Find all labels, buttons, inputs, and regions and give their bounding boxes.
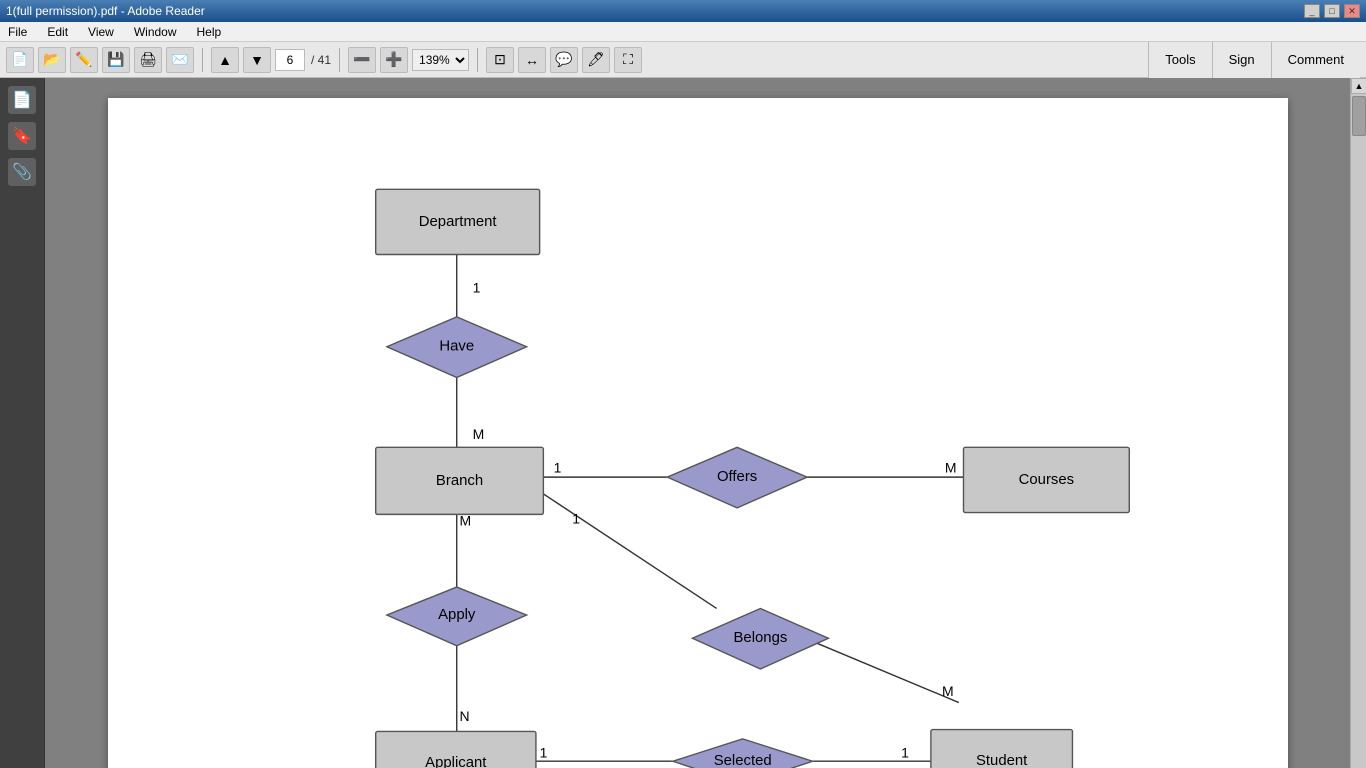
next-page-button[interactable]: ▼ <box>243 47 271 73</box>
menu-window[interactable]: Window <box>130 25 181 39</box>
separator-2 <box>339 48 340 72</box>
card-apply-applicant: N <box>459 708 469 724</box>
minimize-button[interactable]: _ <box>1304 4 1320 18</box>
card-dept-have: 1 <box>472 280 480 296</box>
page-total: / 41 <box>311 53 331 67</box>
sidebar-pages-icon[interactable]: 📄 <box>8 86 36 114</box>
fit-width-button[interactable]: ↔ <box>518 47 546 73</box>
save-button[interactable]: 💾 <box>102 47 130 73</box>
department-label: Department <box>418 214 497 230</box>
menu-bar: File Edit View Window Help <box>0 22 1366 42</box>
fit-page-button[interactable]: ⊡ <box>486 47 514 73</box>
edit-button[interactable]: ✏️ <box>70 47 98 73</box>
right-scrollbar[interactable]: ▲ <box>1350 78 1366 768</box>
card-selected-student: 1 <box>901 744 909 760</box>
highlight-button[interactable]: 🖊 <box>582 47 610 73</box>
selected-label: Selected <box>713 753 771 768</box>
offers-label: Offers <box>716 469 756 485</box>
right-toolbar: Tools Sign Comment <box>1148 42 1360 78</box>
print-button[interactable]: 🖨 <box>134 47 162 73</box>
zoom-out-button[interactable]: ➖ <box>348 47 376 73</box>
scroll-thumb[interactable] <box>1352 96 1366 136</box>
have-label: Have <box>439 339 474 355</box>
card-offers-courses: M <box>944 459 956 475</box>
menu-file[interactable]: File <box>4 25 31 39</box>
title-bar-controls[interactable]: _ □ ✕ <box>1304 4 1360 18</box>
pdf-page: Department Have Branch Offers Courses Ap… <box>108 98 1288 768</box>
menu-edit[interactable]: Edit <box>43 25 72 39</box>
zoom-in-button[interactable]: ➕ <box>380 47 408 73</box>
separator-1 <box>202 48 203 72</box>
zoom-dropdown[interactable]: 50% 75% 100% 125% 139% 150% 200% <box>412 49 469 71</box>
apply-label: Apply <box>438 607 476 623</box>
toolbar: 📄 📂 ✏️ 💾 🖨 ✉️ ▲ ▼ 6 / 41 ➖ ➕ 50% 75% 100… <box>0 42 1366 78</box>
card-branch-offers: 1 <box>553 459 561 475</box>
separator-3 <box>477 48 478 72</box>
fullscreen-button[interactable]: ⛶ <box>614 47 642 73</box>
sidebar-bookmark-icon[interactable]: 🔖 <box>8 122 36 150</box>
page-number-input[interactable]: 6 <box>275 49 305 71</box>
sidebar-attach-icon[interactable]: 📎 <box>8 158 36 186</box>
sign-button[interactable]: Sign <box>1212 42 1271 78</box>
close-button[interactable]: ✕ <box>1344 4 1360 18</box>
title-bar: 1(full permission).pdf - Adobe Reader _ … <box>0 0 1366 22</box>
prev-page-button[interactable]: ▲ <box>211 47 239 73</box>
card-applicant-selected: 1 <box>539 744 547 760</box>
left-sidebar: 📄 🔖 📎 <box>0 78 45 768</box>
belongs-label: Belongs <box>733 630 787 646</box>
pdf-viewer[interactable]: Department Have Branch Offers Courses Ap… <box>45 78 1350 768</box>
main-area: 📄 🔖 📎 <box>0 78 1366 768</box>
new-button[interactable]: 📄 <box>6 47 34 73</box>
student-label: Student <box>975 753 1027 768</box>
email-button[interactable]: ✉️ <box>166 47 194 73</box>
open-button[interactable]: 📂 <box>38 47 66 73</box>
tools-button[interactable]: Tools <box>1148 42 1211 78</box>
comment-icon[interactable]: 💬 <box>550 47 578 73</box>
menu-help[interactable]: Help <box>193 25 226 39</box>
card-branch-belongs: 1 <box>572 511 580 527</box>
menu-view[interactable]: View <box>84 25 118 39</box>
card-branch-apply: M <box>459 513 471 529</box>
maximize-button[interactable]: □ <box>1324 4 1340 18</box>
er-diagram: Department Have Branch Offers Courses Ap… <box>108 98 1288 768</box>
applicant-label: Applicant <box>425 755 487 768</box>
comment-button[interactable]: Comment <box>1271 42 1360 78</box>
branch-label: Branch <box>435 473 482 489</box>
card-have-branch: M <box>472 426 484 442</box>
courses-label: Courses <box>1018 472 1073 488</box>
title-bar-title: 1(full permission).pdf - Adobe Reader <box>6 4 205 18</box>
scroll-up-arrow[interactable]: ▲ <box>1351 78 1366 94</box>
card-belongs-student: M <box>942 683 954 699</box>
